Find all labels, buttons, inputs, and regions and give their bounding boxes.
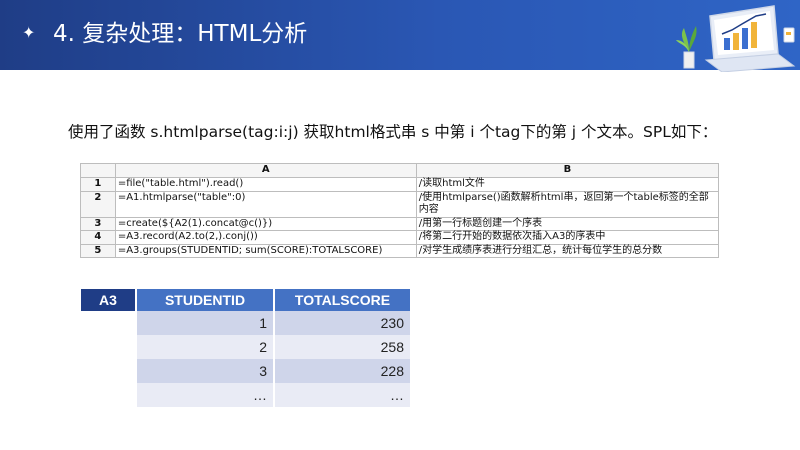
slide-title: 4. 复杂处理：HTML分析: [53, 21, 308, 47]
column-a-header: A: [114, 163, 417, 178]
spl-code-table: A B 1 =file("table.html").read() /读取html…: [80, 163, 720, 258]
code-cell-a[interactable]: =A3.groups(STUDENTID; sum(SCORE):TOTALSC…: [114, 243, 417, 258]
result-row: … …: [81, 383, 412, 407]
code-cell-a[interactable]: =A3.record(A2.to(2,).conj()): [114, 230, 417, 245]
code-cell-a[interactable]: =file("table.html").read(): [114, 177, 417, 192]
code-cell-a[interactable]: =create(${A2(1).concat@c()}): [114, 216, 417, 231]
row-number: 5: [80, 243, 116, 258]
plant-icon: [676, 26, 697, 69]
row-number: 3: [80, 216, 116, 231]
studentid-cell: 1: [136, 311, 275, 335]
code-row: 1 =file("table.html").read() /读取html文件: [80, 177, 720, 192]
studentid-cell: 2: [136, 335, 275, 359]
result-corner-label: A3: [81, 289, 137, 311]
code-row: 4 =A3.record(A2.to(2,).conj()) /将第二行开始的数…: [80, 230, 720, 245]
laptop-chart-illustration: [676, 5, 796, 72]
code-cell-b[interactable]: /用第一行标题创建一个序表: [415, 216, 720, 231]
code-cell-b[interactable]: /使用htmlparse()函数解析html串，返回第一个table标签的全部内…: [415, 190, 720, 218]
corner-cell: [80, 163, 116, 178]
row-number: 1: [80, 177, 116, 192]
studentid-cell: 3: [136, 359, 275, 383]
result-row: 3 228: [81, 359, 412, 383]
laptop-icon: [704, 5, 796, 72]
coffee-cup-icon: [783, 27, 795, 43]
studentid-header: STUDENTID: [136, 289, 275, 311]
row-number: 4: [80, 230, 116, 245]
blank-cell: [81, 359, 137, 383]
column-b-header: B: [415, 163, 720, 178]
slide-header: ✦ 4. 复杂处理：HTML分析: [0, 0, 800, 72]
result-row: 2 258: [81, 335, 412, 359]
totalscore-header: TOTALSCORE: [274, 289, 412, 311]
description-text: 使用了函数 s.htmlparse(tag:i:j) 获取html格式串 s 中…: [68, 123, 718, 141]
result-row: 1 230: [81, 311, 412, 335]
code-cell-b[interactable]: /将第二行开始的数据依次插入A3的序表中: [415, 230, 720, 245]
totalscore-cell: …: [274, 383, 412, 407]
code-table-header-row: A B: [80, 163, 720, 178]
code-row: 5 =A3.groups(STUDENTID; sum(SCORE):TOTAL…: [80, 243, 720, 258]
blank-cell: [81, 311, 137, 335]
totalscore-cell: 228: [274, 359, 412, 383]
code-row: 3 =create(${A2(1).concat@c()}) /用第一行标题创建…: [80, 216, 720, 231]
code-row: 2 =A1.htmlparse("table":0) /使用htmlparse(…: [80, 190, 720, 218]
totalscore-cell: 258: [274, 335, 412, 359]
result-table-a3: A3 STUDENTID TOTALSCORE 1 230 2 258 3 22…: [81, 289, 412, 407]
blank-cell: [81, 335, 137, 359]
code-cell-b[interactable]: /读取html文件: [415, 177, 720, 192]
row-number: 2: [80, 190, 116, 218]
blank-cell: [81, 383, 137, 407]
result-header-row: A3 STUDENTID TOTALSCORE: [81, 289, 412, 311]
code-cell-a[interactable]: =A1.htmlparse("table":0): [114, 190, 417, 218]
totalscore-cell: 230: [274, 311, 412, 335]
code-cell-b[interactable]: /对学生成绩序表进行分组汇总，统计每位学生的总分数: [415, 243, 720, 258]
studentid-cell: …: [136, 383, 275, 407]
star-bullet-icon: ✦: [22, 23, 36, 42]
